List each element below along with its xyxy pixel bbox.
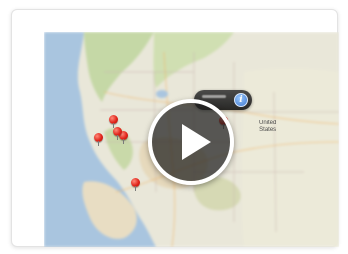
map-label-line2: States: [259, 127, 277, 133]
map-pin[interactable]: [131, 178, 141, 191]
map-pin[interactable]: [109, 115, 119, 128]
callout-text-blur: [202, 95, 226, 98]
info-icon[interactable]: i: [234, 93, 248, 107]
video-thumbnail-map[interactable]: i United States: [44, 32, 339, 247]
map-pin[interactable]: [94, 133, 104, 146]
map-region-label: United States: [259, 120, 276, 134]
video-card: i United States: [11, 9, 339, 247]
map-pin[interactable]: [113, 127, 123, 140]
play-icon: [182, 124, 211, 160]
play-button[interactable]: [148, 99, 234, 185]
map-label-line1: United: [259, 120, 277, 126]
